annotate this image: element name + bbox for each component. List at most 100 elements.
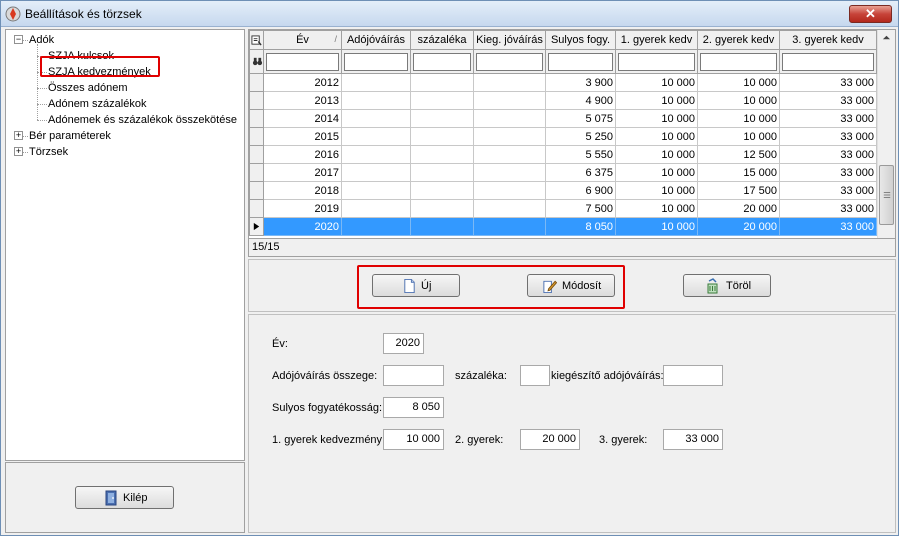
new-button-label: Új xyxy=(421,280,432,292)
row-indicator[interactable] xyxy=(249,199,264,218)
cell-child3: 33 000 xyxy=(779,199,877,218)
cell-disability: 8 050 xyxy=(545,217,616,236)
tree-item-adok[interactable]: Adók xyxy=(29,32,54,48)
table-row[interactable]: 2018 6 900 10 000 17 500 33 000 xyxy=(249,181,877,200)
filter-input-extra-credit[interactable] xyxy=(476,52,543,71)
tree-item-torzsek[interactable]: Törzsek xyxy=(29,144,68,160)
column-header-child2[interactable]: 2. gyerek kedv xyxy=(697,30,780,50)
cell-extra-credit xyxy=(473,145,546,164)
credit-amount-field[interactable] xyxy=(383,365,444,386)
cell-disability: 4 900 xyxy=(545,91,616,110)
tree-item-osszes-adonem[interactable]: Összes adónem xyxy=(48,80,127,96)
row-indicator[interactable] xyxy=(249,181,264,200)
filter-input-child1[interactable] xyxy=(618,52,695,71)
row-indicator[interactable] xyxy=(249,163,264,182)
cell-child1: 10 000 xyxy=(615,217,698,236)
table-row[interactable]: 2020 8 050 10 000 20 000 33 000 xyxy=(249,217,877,236)
row-indicator[interactable] xyxy=(249,127,264,146)
table-row[interactable]: 2012 3 900 10 000 10 000 33 000 xyxy=(249,73,877,92)
expand-plus-icon[interactable]: + xyxy=(14,147,23,156)
cell-child2: 20 000 xyxy=(697,217,780,236)
cell-disability: 6 375 xyxy=(545,163,616,182)
filter-input-percent[interactable] xyxy=(413,52,471,71)
filter-input-year[interactable] xyxy=(266,52,339,71)
child3-label: 3. gyerek: xyxy=(599,434,648,446)
cell-disability: 5 550 xyxy=(545,145,616,164)
extra-credit-field[interactable] xyxy=(663,365,723,386)
delete-button[interactable]: Töröl xyxy=(683,274,771,297)
row-indicator[interactable] xyxy=(249,217,264,236)
filter-cell-child1 xyxy=(615,49,698,74)
expand-plus-icon[interactable]: + xyxy=(14,131,23,140)
cell-child1: 10 000 xyxy=(615,163,698,182)
child3-field[interactable]: 33 000 xyxy=(663,429,723,450)
scroll-up-icon[interactable] xyxy=(882,33,891,42)
row-indicator[interactable] xyxy=(249,109,264,128)
cell-child2: 20 000 xyxy=(697,199,780,218)
current-row-arrow-icon xyxy=(253,222,260,231)
grid-vertical-scrollbar[interactable] xyxy=(877,30,895,249)
table-row[interactable]: 2017 6 375 10 000 15 000 33 000 xyxy=(249,163,877,182)
cell-credit xyxy=(341,181,411,200)
tree-item-label: Összes adónem xyxy=(48,82,128,94)
cell-child1: 10 000 xyxy=(615,91,698,110)
cell-credit xyxy=(341,199,411,218)
column-header-credit[interactable]: Adójóváírás xyxy=(341,30,411,50)
disability-field[interactable]: 8 050 xyxy=(383,397,444,418)
filter-input-child3[interactable] xyxy=(782,52,874,71)
new-button[interactable]: Új xyxy=(372,274,460,297)
cell-child3: 33 000 xyxy=(779,73,877,92)
cell-extra-credit xyxy=(473,91,546,110)
column-header-year[interactable]: Év / xyxy=(263,30,342,50)
filter-cell-child3 xyxy=(779,49,877,74)
table-row[interactable]: 2013 4 900 10 000 10 000 33 000 xyxy=(249,91,877,110)
exit-button[interactable]: Kilép xyxy=(75,486,174,509)
tree-connector xyxy=(37,88,47,89)
row-indicator[interactable] xyxy=(249,73,264,92)
filter-input-disability[interactable] xyxy=(548,52,613,71)
table-row[interactable]: 2016 5 550 10 000 12 500 33 000 xyxy=(249,145,877,164)
extra-credit-label: kiegészítő adójóváírás: xyxy=(551,370,664,382)
tree-item-label: Törzsek xyxy=(29,146,69,158)
modify-button[interactable]: Módosít xyxy=(527,274,615,297)
tree-item-label: Adónem százalékok xyxy=(48,98,147,110)
action-button-panel: Új Módosít Töröl xyxy=(248,259,896,312)
cell-child3: 33 000 xyxy=(779,91,877,110)
column-header-child1[interactable]: 1. gyerek kedv xyxy=(615,30,698,50)
tree-item-adonemek-osszekotese[interactable]: Adónemek és százalékok összekötése xyxy=(48,112,237,128)
table-row[interactable]: 2019 7 500 10 000 20 000 33 000 xyxy=(249,199,877,218)
grid-scroll-thumb[interactable] xyxy=(879,165,894,225)
close-button[interactable]: ✕ xyxy=(849,5,892,23)
column-header-extra-credit[interactable]: Kieg. jóváírás xyxy=(473,30,546,50)
tree-connector xyxy=(37,120,47,121)
cell-child1: 10 000 xyxy=(615,109,698,128)
cell-credit xyxy=(341,109,411,128)
cell-credit xyxy=(341,163,411,182)
cell-child3: 33 000 xyxy=(779,181,877,200)
cell-year: 2012 xyxy=(263,73,342,92)
tree-item-ber-parameterek[interactable]: Bér paraméterek xyxy=(29,128,111,144)
grid-corner-icon[interactable] xyxy=(249,30,264,50)
cell-extra-credit xyxy=(473,73,546,92)
child1-field[interactable]: 10 000 xyxy=(383,429,444,450)
year-field[interactable]: 2020 xyxy=(383,333,424,354)
column-header-percent[interactable]: százaléka xyxy=(410,30,474,50)
child2-field[interactable]: 20 000 xyxy=(520,429,580,450)
door-exit-icon xyxy=(105,490,117,506)
column-header-disability[interactable]: Sulyos fogy. xyxy=(545,30,616,50)
cell-extra-credit xyxy=(473,127,546,146)
tree-connector xyxy=(23,152,28,153)
cell-child2: 10 000 xyxy=(697,91,780,110)
filter-input-child2[interactable] xyxy=(700,52,777,71)
filter-input-credit[interactable] xyxy=(344,52,408,71)
collapse-minus-icon[interactable]: − xyxy=(14,35,23,44)
tree-item-adonem-szazalekok[interactable]: Adónem százalékok xyxy=(48,96,146,112)
column-header-child3[interactable]: 3. gyerek kedv xyxy=(779,30,877,50)
percent-field[interactable] xyxy=(520,365,550,386)
row-indicator[interactable] xyxy=(249,145,264,164)
table-row[interactable]: 2014 5 075 10 000 10 000 33 000 xyxy=(249,109,877,128)
cell-extra-credit xyxy=(473,217,546,236)
table-row[interactable]: 2015 5 250 10 000 10 000 33 000 xyxy=(249,127,877,146)
row-indicator[interactable] xyxy=(249,91,264,110)
column-header-label: Sulyos fogy. xyxy=(550,34,611,46)
